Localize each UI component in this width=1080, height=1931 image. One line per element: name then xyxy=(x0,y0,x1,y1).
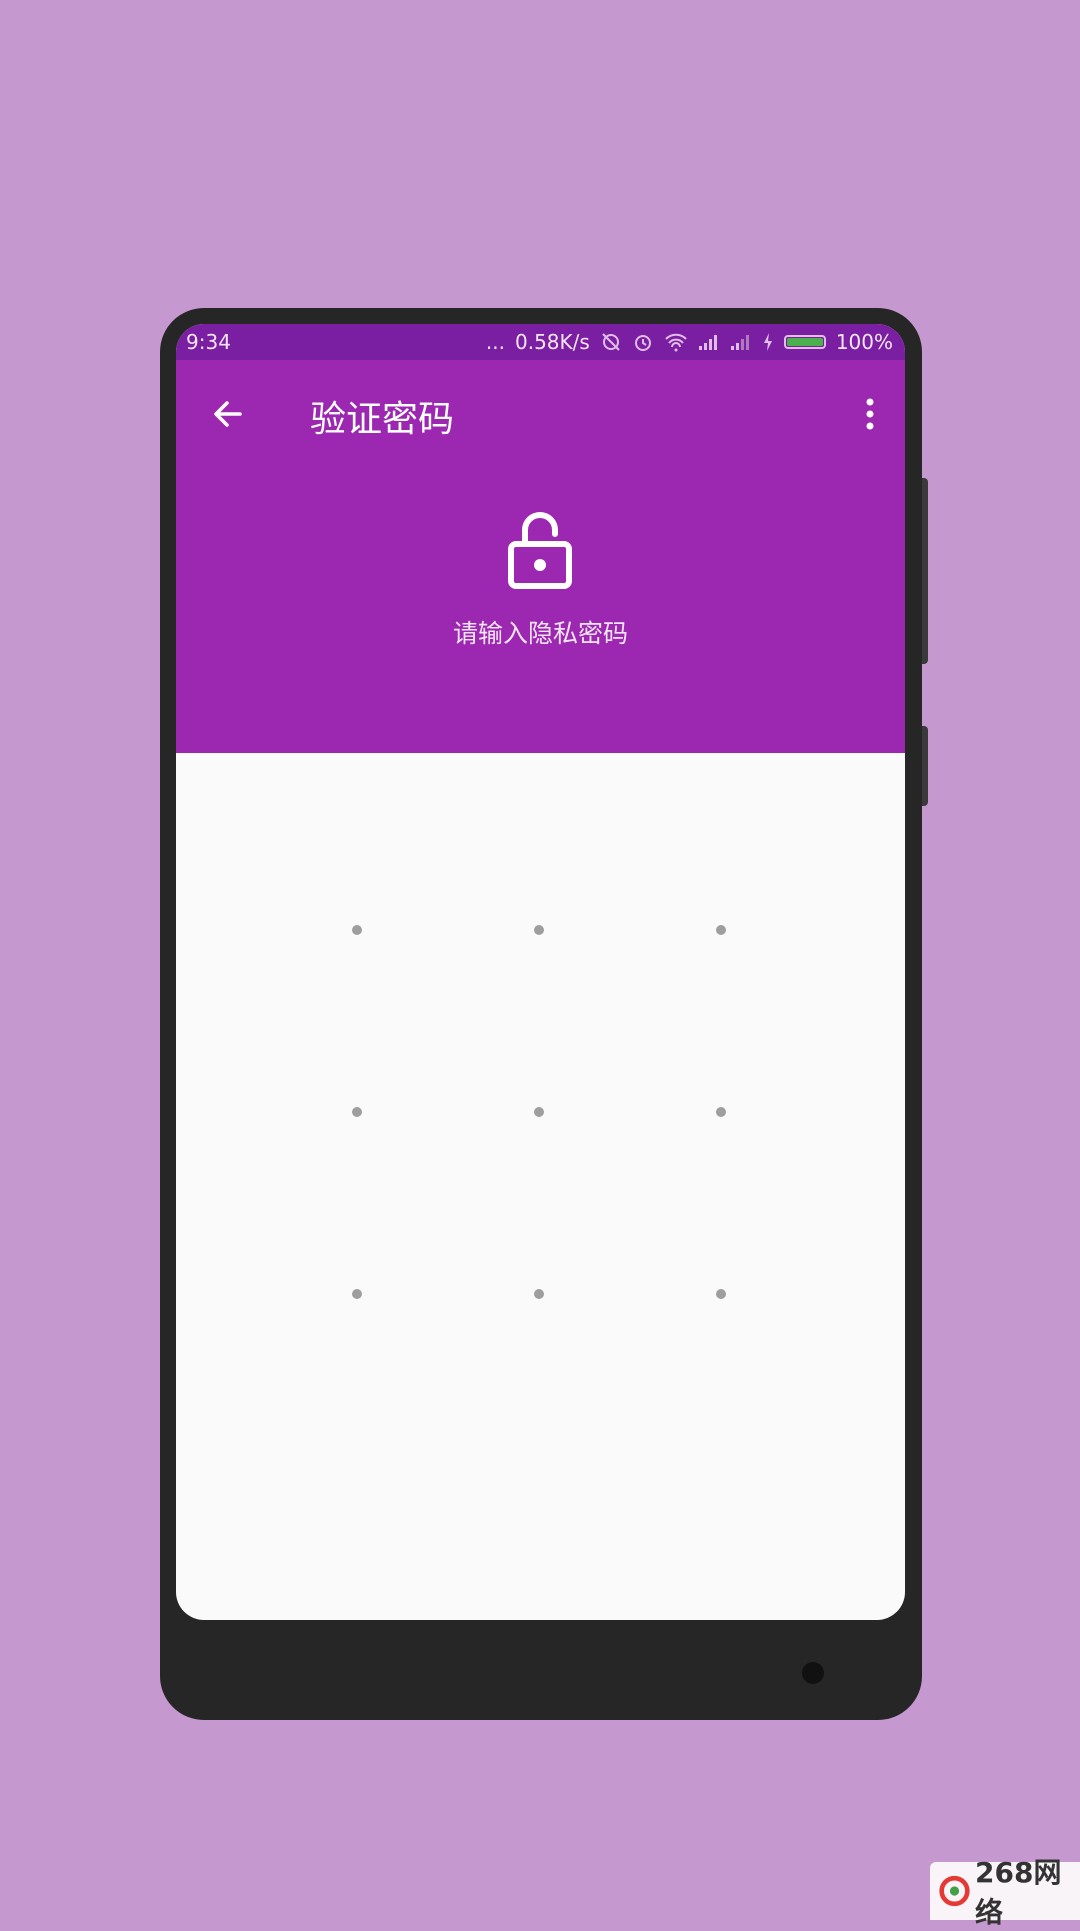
more-options-button[interactable] xyxy=(860,394,880,434)
pattern-dot[interactable] xyxy=(716,1289,726,1299)
arrow-back-icon xyxy=(214,401,242,427)
battery-fill xyxy=(786,338,823,346)
pattern-dot[interactable] xyxy=(352,1289,362,1299)
alarm-icon xyxy=(632,331,654,353)
back-button[interactable] xyxy=(208,394,248,434)
network-speed: 0.58K/s xyxy=(515,330,590,354)
battery-text: 100% xyxy=(835,330,893,354)
password-prompt: 请输入隐私密码 xyxy=(452,619,628,648)
pattern-dot[interactable] xyxy=(716,1107,726,1117)
signal-icon-2 xyxy=(730,333,752,351)
charging-icon xyxy=(762,332,774,352)
lock-open-icon xyxy=(506,508,574,590)
status-bar: 9:34 ... 0.58K/s 100% xyxy=(176,324,905,360)
pattern-dot[interactable] xyxy=(534,925,544,935)
pattern-dot[interactable] xyxy=(534,1107,544,1117)
app-header: 验证密码 请输入隐私密码 xyxy=(176,360,905,753)
sync-off-icon xyxy=(600,331,622,353)
status-icons: ... 0.58K/s 100% xyxy=(486,330,893,354)
power-button xyxy=(922,726,928,806)
pattern-dot[interactable] xyxy=(534,1289,544,1299)
wifi-icon xyxy=(664,332,688,352)
pattern-dot[interactable] xyxy=(716,925,726,935)
more-vert-icon xyxy=(866,398,874,430)
watermark-logo: 268网络 xyxy=(930,1856,1080,1929)
pattern-dot[interactable] xyxy=(352,925,362,935)
battery-icon xyxy=(783,335,826,349)
status-time: 9:34 xyxy=(186,330,231,354)
page-title: 验证密码 xyxy=(310,399,455,440)
volume-button xyxy=(922,478,928,664)
watermark-icon xyxy=(939,1875,970,1907)
signal-icon xyxy=(698,333,720,351)
watermark-text: 268网络 xyxy=(975,1856,1062,1929)
pattern-dot[interactable] xyxy=(352,1107,362,1117)
front-sensor xyxy=(802,1662,824,1684)
phone-screen: 9:34 ... 0.58K/s 100% 验证密码 请输入隐私密码 xyxy=(176,324,905,1620)
status-dots: ... xyxy=(485,330,505,354)
